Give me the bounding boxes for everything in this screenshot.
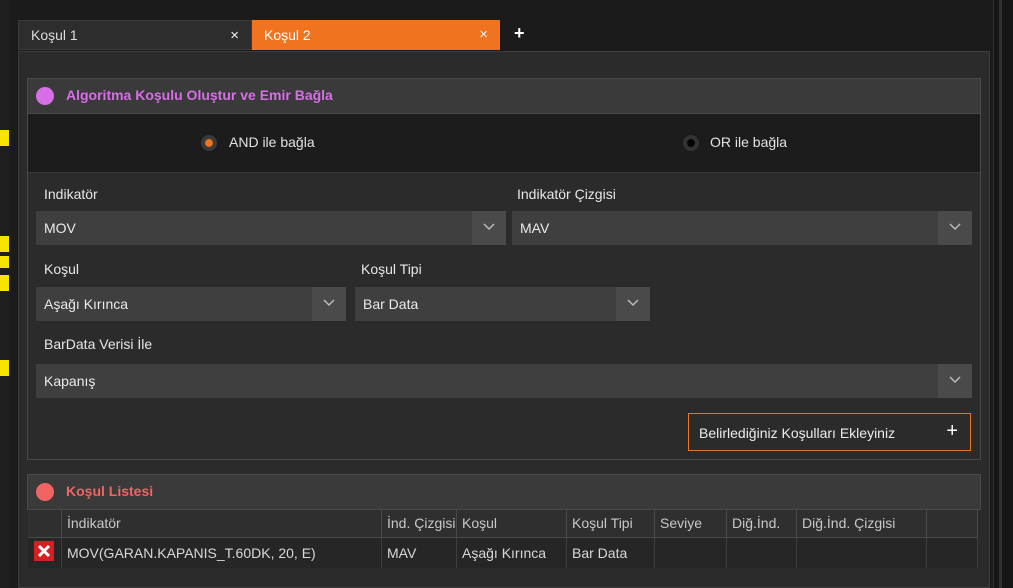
logic-radio-group (28, 114, 980, 173)
tab-label: Koşul 2 (264, 27, 311, 43)
left-yellow-marker (0, 130, 9, 146)
left-yellow-marker (0, 275, 9, 291)
kosul-tipi-select[interactable]: Bar Data (355, 287, 650, 321)
tab-label: Koşul 1 (31, 27, 78, 43)
condition-table: İndikatör İnd. Çizgisi Koşul Koşul Tipi … (28, 510, 978, 568)
kosul-value: Aşağı Kırınca (44, 296, 129, 312)
bardata-label: BarData Verisi İle (44, 336, 153, 352)
table-header[interactable]: İnd. Çizgisi (382, 510, 457, 538)
panel-title: Algoritma Koşulu Oluştur ve Emir Bağla (66, 87, 333, 103)
chevron-down-icon[interactable] (938, 364, 972, 398)
table-header[interactable]: İndikatör (62, 510, 382, 538)
kosul-select[interactable]: Aşağı Kırınca (36, 287, 346, 321)
kosul-label: Koşul (44, 261, 80, 277)
cizgi-label: Indikatör Çizgisi (517, 186, 616, 202)
chevron-down-icon[interactable] (312, 287, 346, 321)
indikator-label: Indikatör (44, 186, 98, 202)
table-header[interactable]: Koşul (457, 510, 567, 538)
left-yellow-marker (0, 256, 9, 268)
close-icon[interactable]: × (230, 27, 239, 44)
chevron-down-icon[interactable] (938, 211, 972, 245)
table-header[interactable]: Diğ.İnd. (727, 510, 797, 538)
table-cell[interactable]: Aşağı Kırınca (457, 538, 567, 568)
plus-icon: + (946, 420, 958, 442)
indikator-value: MOV (44, 220, 76, 236)
table-cell[interactable] (655, 538, 727, 568)
table-header[interactable]: Diğ.İnd. Çizgisi (797, 510, 927, 538)
tab-bar: Koşul 1 × Koşul 2 × + (18, 20, 990, 51)
table-cell[interactable] (727, 538, 797, 568)
tab-kosul-2[interactable]: Koşul 2 × (252, 20, 500, 50)
and-radio-label[interactable]: AND ile bağla (229, 134, 315, 150)
and-radio[interactable] (201, 135, 217, 151)
right-scroll-divider[interactable] (999, 0, 1002, 588)
bardata-select[interactable]: Kapanış (36, 364, 972, 398)
indikator-select[interactable]: MOV (36, 211, 506, 245)
bardata-value: Kapanış (44, 373, 96, 389)
table-cell[interactable]: Bar Data (567, 538, 655, 568)
kosul-tipi-value: Bar Data (363, 296, 419, 312)
purple-circle-icon (36, 87, 54, 105)
or-radio-label[interactable]: OR ile bağla (710, 134, 787, 150)
chevron-down-icon[interactable] (616, 287, 650, 321)
add-conditions-button[interactable]: Belirlediğiniz Koşulları Ekleyiniz + (688, 413, 971, 451)
table-header-blank (28, 510, 62, 538)
red-circle-icon (36, 483, 54, 501)
table-header-blank (927, 510, 978, 538)
cizgi-value: MAV (520, 220, 550, 236)
add-conditions-label: Belirlediğiniz Koşulları Ekleyiniz (699, 425, 896, 441)
cizgi-select[interactable]: MAV (512, 211, 972, 245)
list-header (27, 474, 981, 510)
table-header[interactable]: Seviye (655, 510, 727, 538)
table-cell[interactable] (797, 538, 927, 568)
table-cell (927, 538, 978, 568)
chevron-down-icon[interactable] (472, 211, 506, 245)
left-yellow-marker (0, 236, 9, 252)
list-title: Koşul Listesi (66, 483, 154, 499)
right-edge-panel (993, 0, 1013, 588)
add-tab-icon[interactable]: + (514, 23, 525, 44)
or-radio[interactable] (683, 135, 699, 151)
kosul-tipi-label: Koşul Tipi (361, 261, 422, 277)
close-icon[interactable]: × (479, 26, 488, 43)
delete-row-icon[interactable] (34, 541, 54, 561)
tab-kosul-1[interactable]: Koşul 1 × (18, 20, 252, 50)
table-cell[interactable]: MAV (382, 538, 457, 568)
left-edge-panel (0, 0, 10, 588)
table-cell[interactable]: MOV(GARAN.KAPANIS_T.60DK, 20, E) (62, 538, 382, 568)
left-yellow-marker (0, 360, 9, 376)
table-header[interactable]: Koşul Tipi (567, 510, 655, 538)
